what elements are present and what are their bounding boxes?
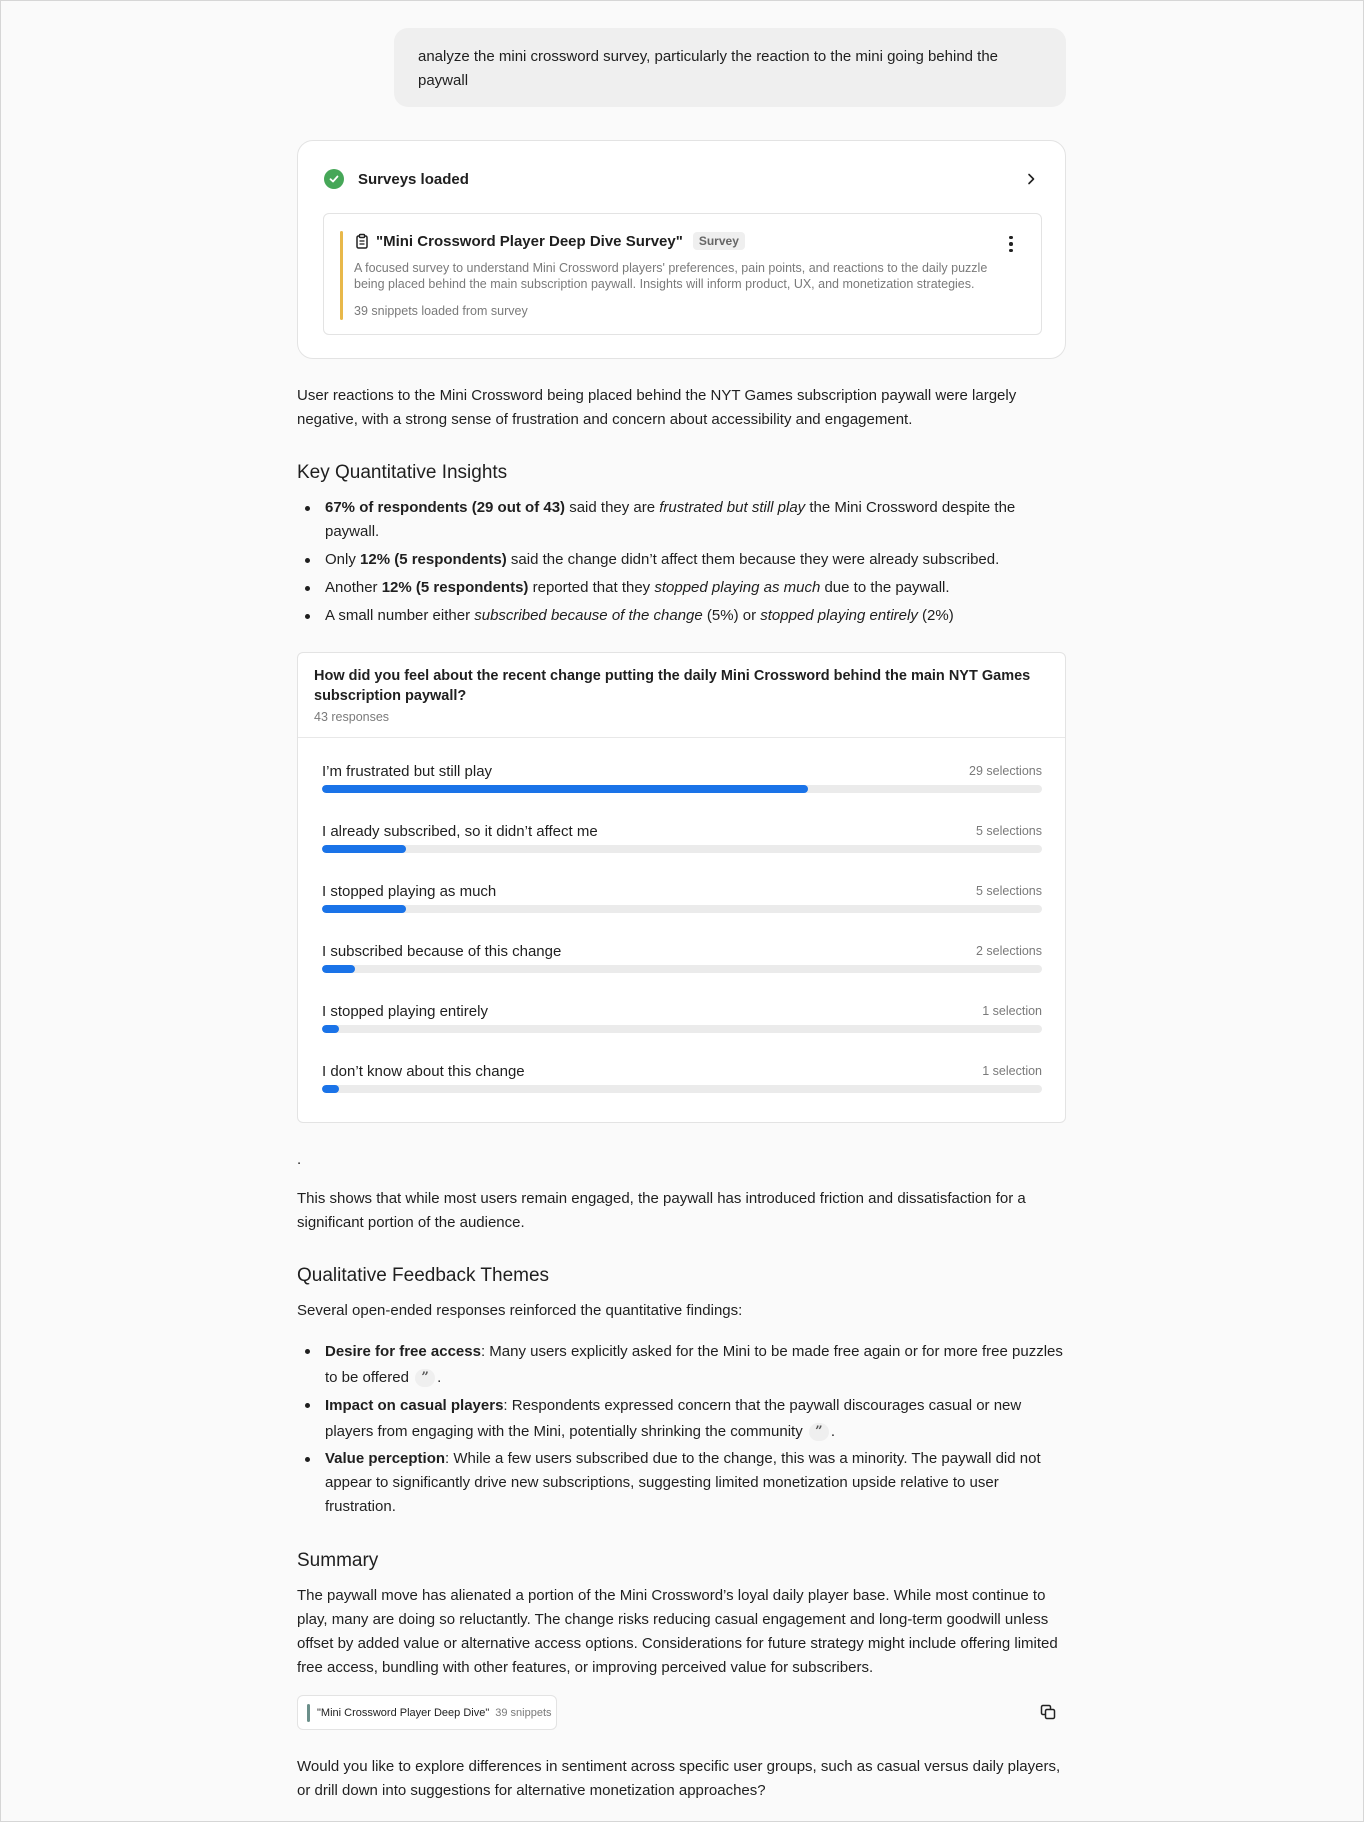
poll-option-count: 5 selections [975,824,1042,838]
list-item: Impact on casual players: Respondents ex… [297,1393,1066,1445]
qual-heading: Qualitative Feedback Themes [297,1265,550,1286]
quant-list: 67% of respondents (29 out of 43) said t… [297,496,1066,628]
poll-option-count: 2 selections [975,944,1042,958]
poll-option-label: I stopped playing entirely [322,1003,488,1020]
copy-icon[interactable] [1039,1703,1057,1721]
poll-bar-track [322,965,1042,973]
poll-header: How did you feel about the recent change… [298,653,1065,738]
poll-bar [322,785,808,793]
survey-card[interactable]: "Mini Crossword Player Deep Dive Survey"… [323,213,1042,335]
poll-option-label: I subscribed because of this change [322,943,562,960]
poll-option-row: I already subscribed, so it didn’t affec… [322,823,1042,883]
survey-badge: Survey [692,232,745,250]
poll-results-card: How did you feel about the recent change… [297,652,1066,1123]
citation-quote-icon[interactable]: ” [808,1423,829,1442]
poll-option-count: 1 selection [982,1004,1042,1018]
source-name: "Mini Crossword Player Deep Dive" [317,1706,490,1719]
list-item: Only 12% (5 respondents) said the change… [297,548,1066,572]
clipboard-icon [354,233,370,249]
citation-quote-icon[interactable]: ” [415,1369,436,1388]
tool-header[interactable]: Surveys loaded [324,167,1039,191]
poll-bar-track [322,1025,1042,1033]
user-message: analyze the mini crossword survey, parti… [394,28,1066,107]
quant-heading: Key Quantitative Insights [297,462,508,483]
chevron-right-icon[interactable] [1023,171,1039,187]
poll-bar [322,905,406,913]
poll-rows: I’m frustrated but still play 29 selectio… [322,763,1042,1123]
poll-bar-track [322,845,1042,853]
qual-intro: Several open-ended responses reinforced … [297,1302,743,1319]
source-snippet-count: 39 snippets [495,1706,552,1719]
stray-period: . [297,1151,302,1168]
poll-bar [322,965,356,973]
poll-option-label: I don’t know about this change [322,1063,525,1080]
poll-bar [322,1025,339,1033]
more-options-icon[interactable] [1001,234,1021,254]
poll-option-label: I already subscribed, so it didn’t affec… [322,823,598,840]
poll-option-label: I’m frustrated but still play [322,763,493,780]
summary-heading: Summary [297,1550,379,1571]
poll-bar-track [322,785,1042,793]
poll-option-count: 5 selections [975,884,1042,898]
followup-paragraph: Would you like to explore differences in… [297,1758,1061,1799]
survey-accent-bar [340,231,343,320]
poll-question: How did you feel about the recent change… [314,668,1031,704]
survey-snippet-count: 39 snippets loaded from survey [354,304,528,318]
list-item: 67% of respondents (29 out of 43) said t… [297,496,1066,544]
poll-bar [322,1085,339,1093]
poll-option-row: I don’t know about this change 1 selectio… [322,1063,1042,1123]
intro-paragraph: User reactions to the Mini Crossword bei… [297,387,1017,428]
friction-paragraph: This shows that while most users remain … [297,1190,1026,1231]
poll-option-label: I stopped playing as much [322,883,497,900]
poll-option-row: I stopped playing entirely 1 selection [322,1003,1042,1063]
list-item: Value perception: While a few users subs… [297,1447,1066,1519]
check-circle-icon [324,169,344,189]
poll-option-count: 29 selections [969,764,1042,778]
poll-option-count: 1 selection [982,1064,1042,1078]
poll-option-row: I subscribed because of this change 2 sel… [322,943,1042,1003]
tool-result-card: Surveys loaded "Mini Crossword Player De… [297,140,1066,359]
poll-option-row: I stopped playing as much 5 selections [322,883,1042,943]
list-item: Another 12% (5 respondents) reported tha… [297,576,1066,600]
qual-list: Desire for free access: Many users expli… [297,1339,1066,1519]
poll-bar-track [322,905,1042,913]
summary-paragraph: The paywall move has alienated a portion… [297,1587,1058,1676]
survey-title: "Mini Crossword Player Deep Dive Survey" [376,232,683,250]
survey-description: A focused survey to understand Mini Cros… [354,261,988,291]
list-item: Desire for free access: Many users expli… [297,1339,1066,1391]
poll-bar-track [322,1085,1042,1093]
tool-title: Surveys loaded [358,170,469,188]
source-accent-bar [307,1703,310,1722]
list-item: A small number either subscribed because… [297,604,1066,628]
poll-option-row: I’m frustrated but still play 29 selectio… [322,763,1042,823]
poll-bar [322,845,406,853]
poll-response-count: 43 responses [314,710,390,724]
source-chip[interactable]: "Mini Crossword Player Deep Dive" 39 sni… [297,1695,557,1730]
